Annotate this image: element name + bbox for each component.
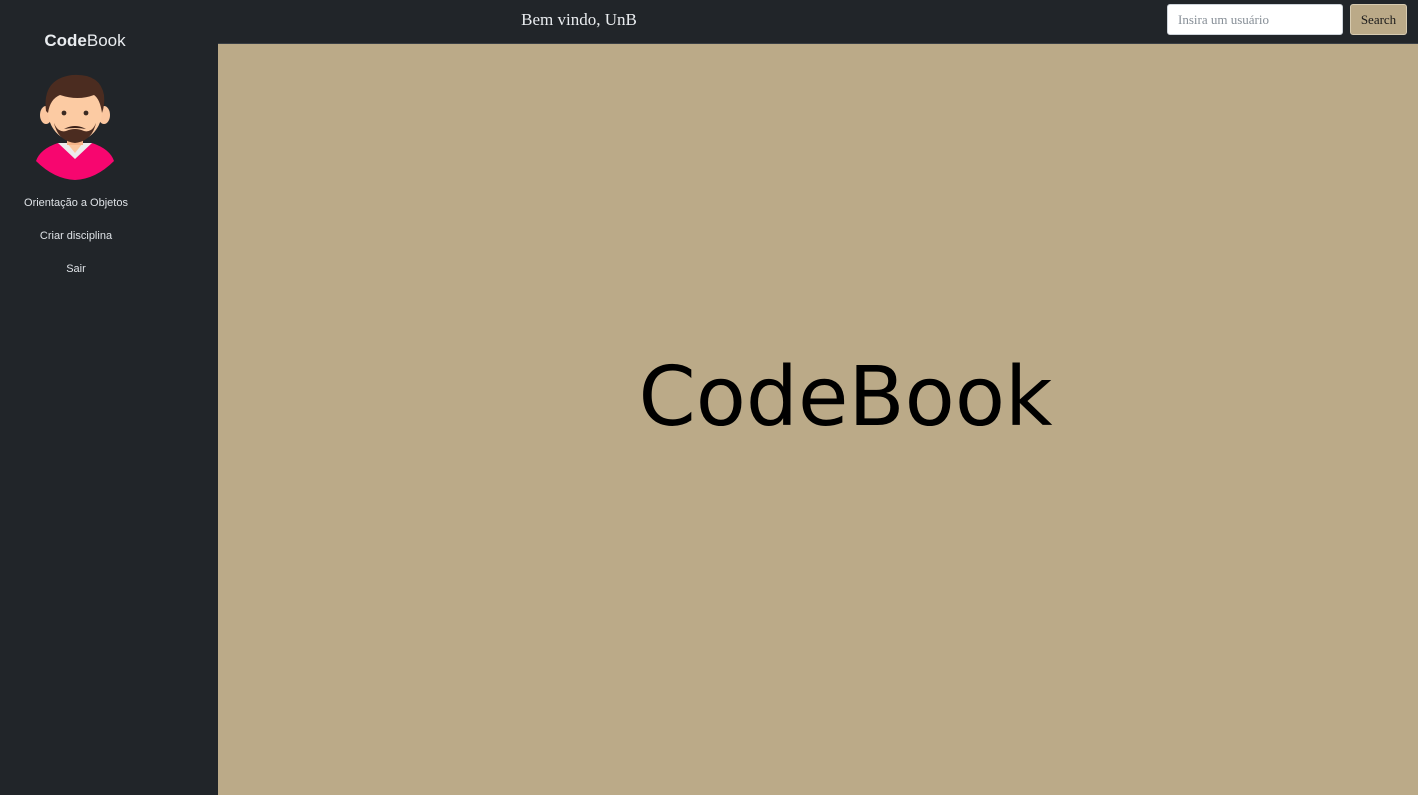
top-navbar: Bem vindo, UnB Search: [218, 0, 1418, 44]
brand-logo-bold: Code: [44, 31, 87, 50]
sidebar: CodeBook Orientação a Objetos Criar disc…: [0, 0, 218, 795]
sidebar-item-criar-disciplina[interactable]: Criar disciplina: [0, 229, 152, 262]
welcome-message: Bem vindo, UnB: [521, 10, 637, 29]
hero-title: CodeBook: [638, 350, 1053, 445]
sidebar-nav: Orientação a Objetos Criar disciplina Sa…: [0, 196, 152, 295]
main-content: CodeBook: [218, 44, 1418, 795]
sidebar-item-sair[interactable]: Sair: [0, 262, 152, 295]
user-search-input[interactable]: [1167, 4, 1343, 35]
brand-logo-regular: Book: [86, 31, 126, 50]
user-avatar-icon: [34, 73, 116, 181]
app-window: CodeBook Orientação a Objetos Criar disc…: [0, 0, 1418, 795]
brand-logo[interactable]: CodeBook: [0, 31, 170, 51]
sidebar-item-orientacao-a-objetos[interactable]: Orientação a Objetos: [0, 196, 152, 229]
search-button[interactable]: Search: [1350, 4, 1407, 35]
